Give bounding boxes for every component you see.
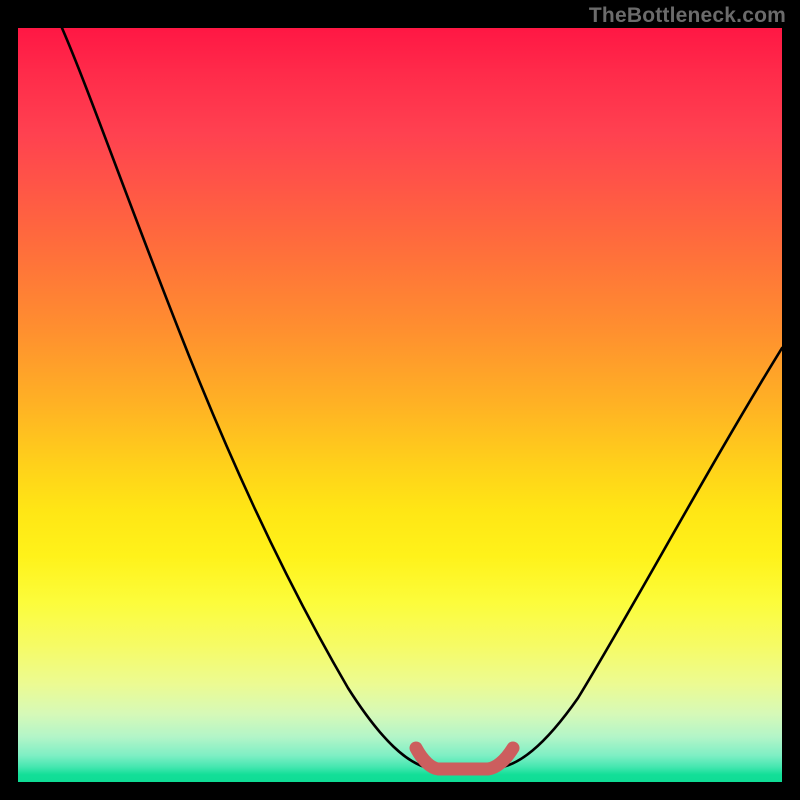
chart-frame: TheBottleneck.com: [0, 0, 800, 800]
curve-layer: [18, 28, 782, 782]
bottleneck-curve: [62, 28, 782, 768]
watermark-text: TheBottleneck.com: [589, 4, 786, 28]
optimal-zone-highlight: [416, 748, 513, 769]
plot-area: [18, 28, 782, 782]
